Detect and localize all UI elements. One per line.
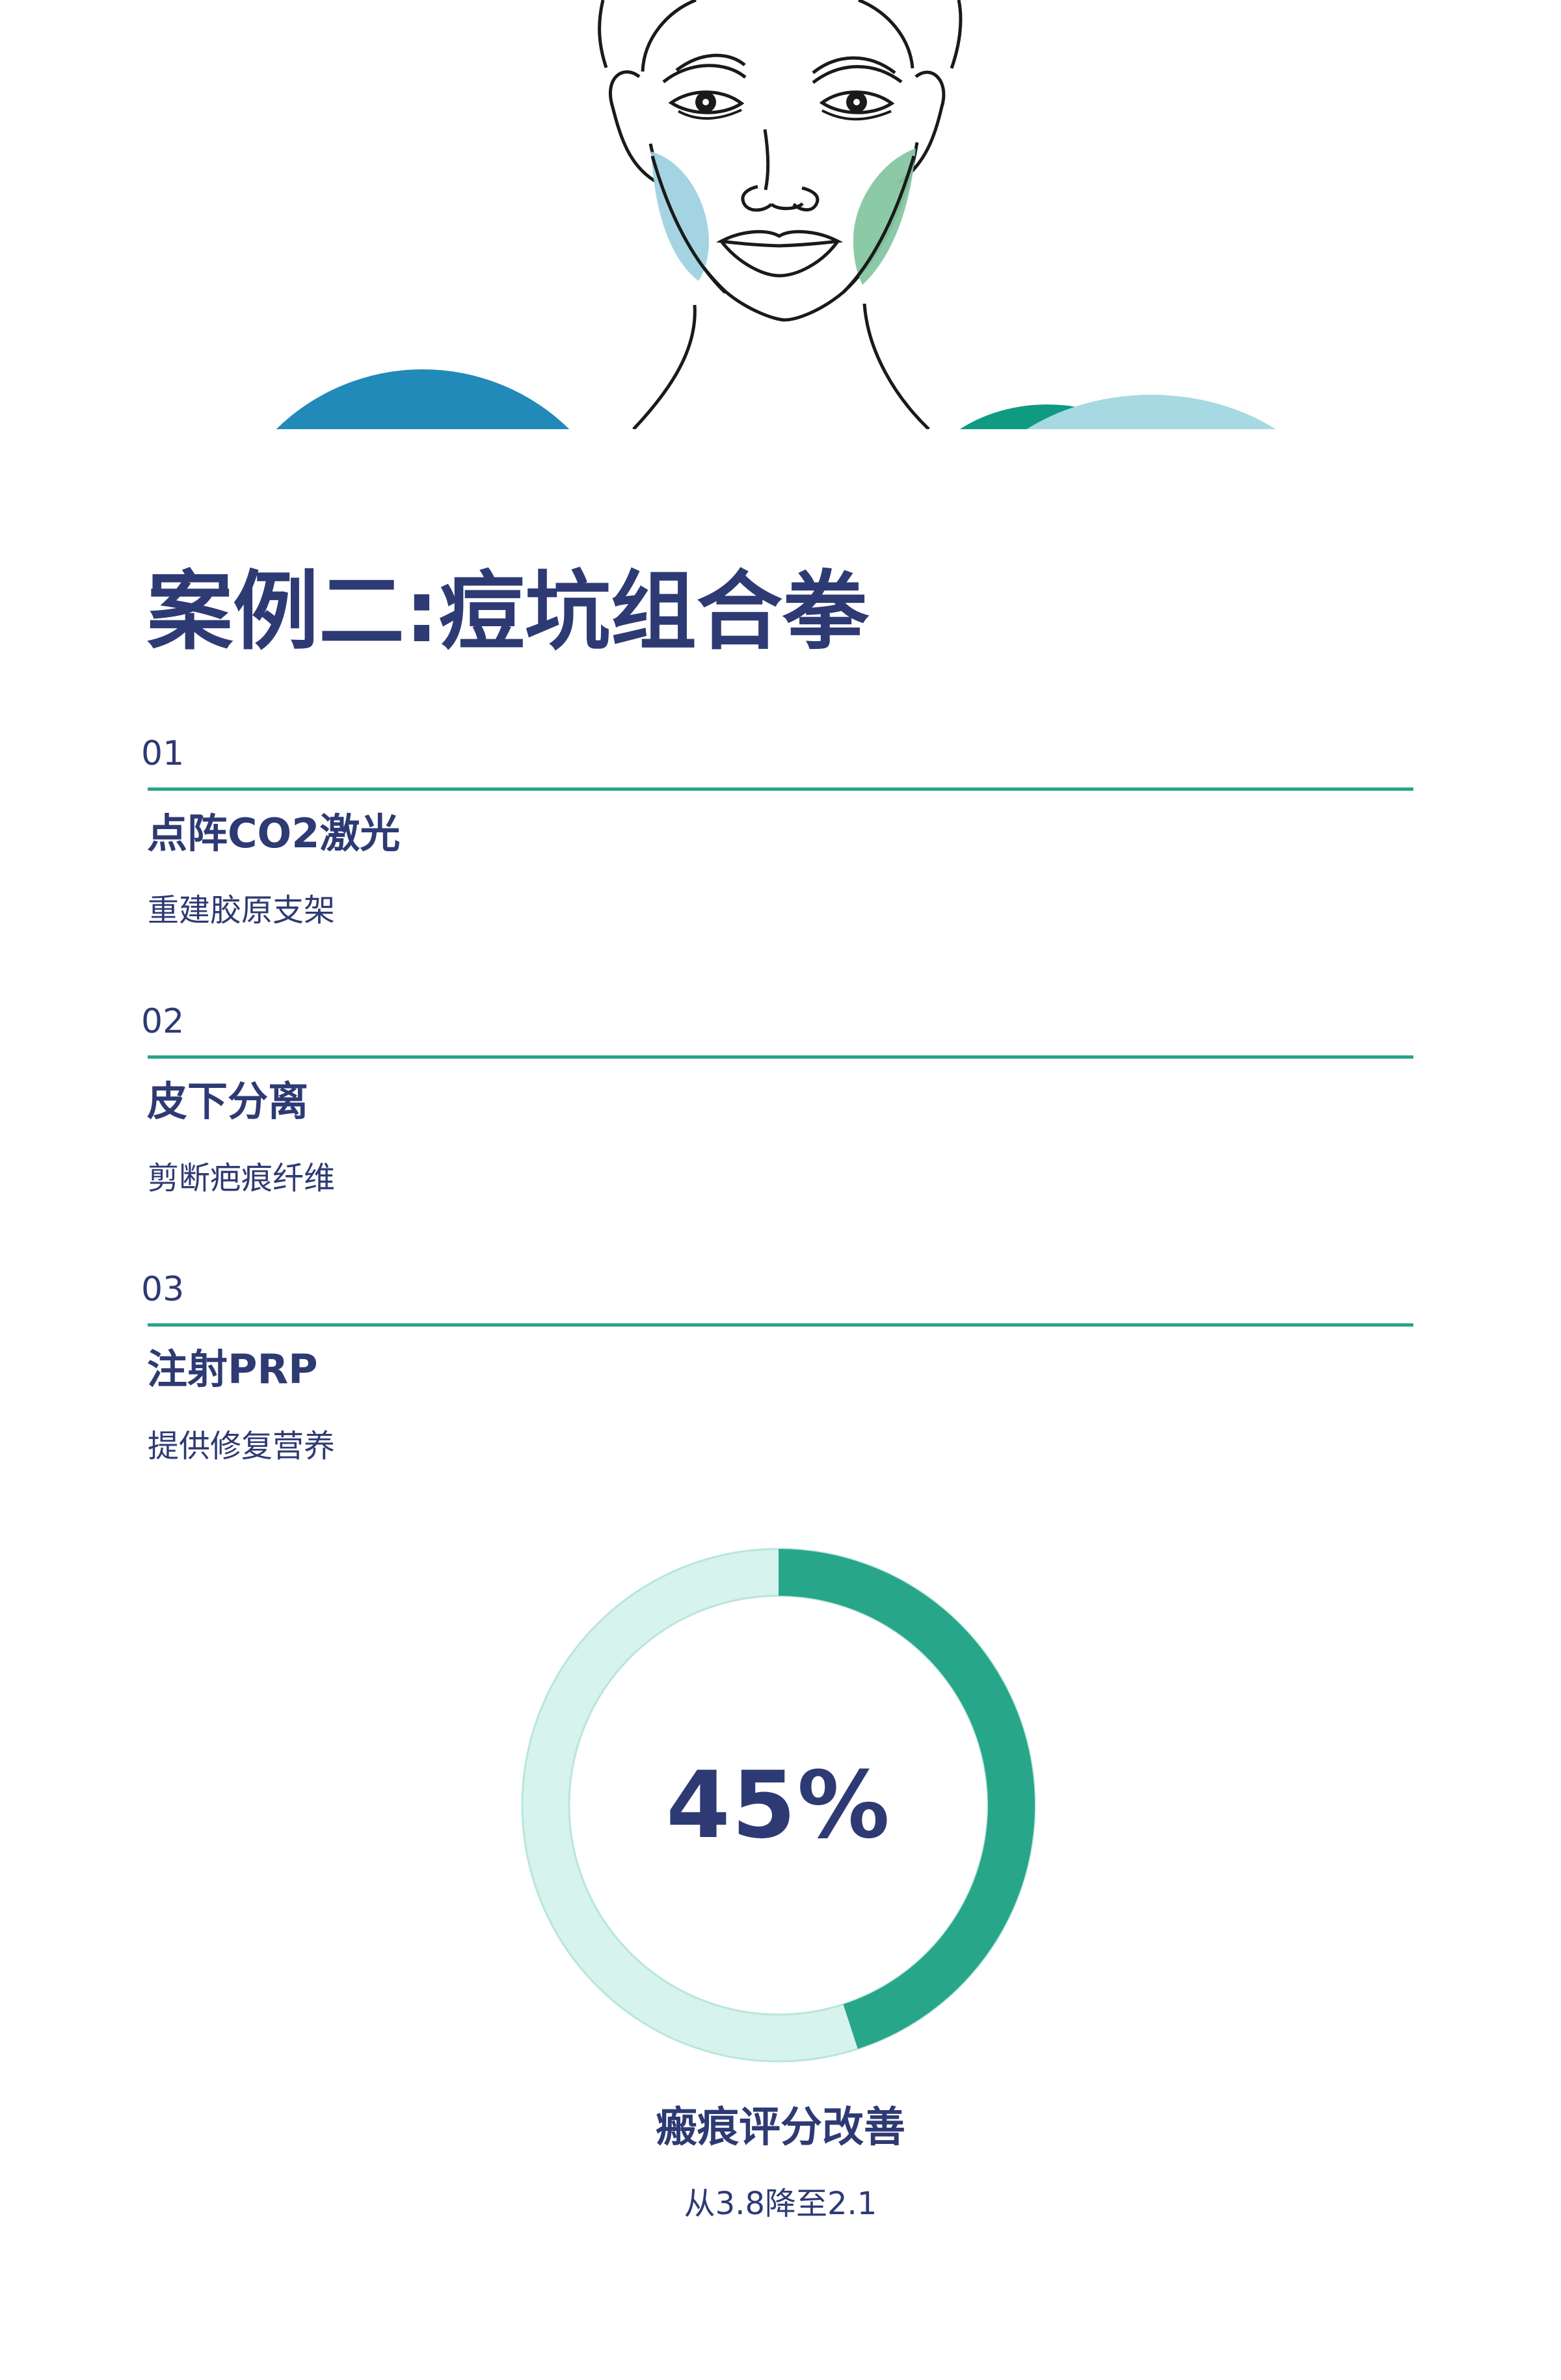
step-title: 注射PRP (147, 1345, 318, 1393)
metric-label: 瘢痕评分改善 (656, 2104, 905, 2152)
step-number: 02 (141, 1002, 185, 1041)
hero-illustration (0, 0, 1561, 429)
improvement-progress-ring: 45% (518, 1545, 1039, 2065)
step-divider (148, 787, 1413, 791)
step-description: 剪断疤痕纤维 (148, 1160, 336, 1197)
step-description: 重建胶原支架 (148, 892, 336, 929)
step-divider (148, 1323, 1413, 1327)
step-title: 点阵CO2激光 (147, 810, 401, 857)
step-description: 提供修复营养 (148, 1428, 336, 1464)
face-line-art-icon (0, 0, 1561, 429)
page-title: 案例二:痘坑组合拳 (147, 562, 868, 662)
step-number: 03 (141, 1270, 185, 1309)
step-divider (148, 1055, 1413, 1059)
metric-subtext: 从3.8降至2.1 (684, 2186, 877, 2222)
step-title: 皮下分离 (147, 1078, 309, 1125)
step-number: 01 (141, 734, 185, 773)
improvement-percentage: 45% (666, 1751, 891, 1859)
